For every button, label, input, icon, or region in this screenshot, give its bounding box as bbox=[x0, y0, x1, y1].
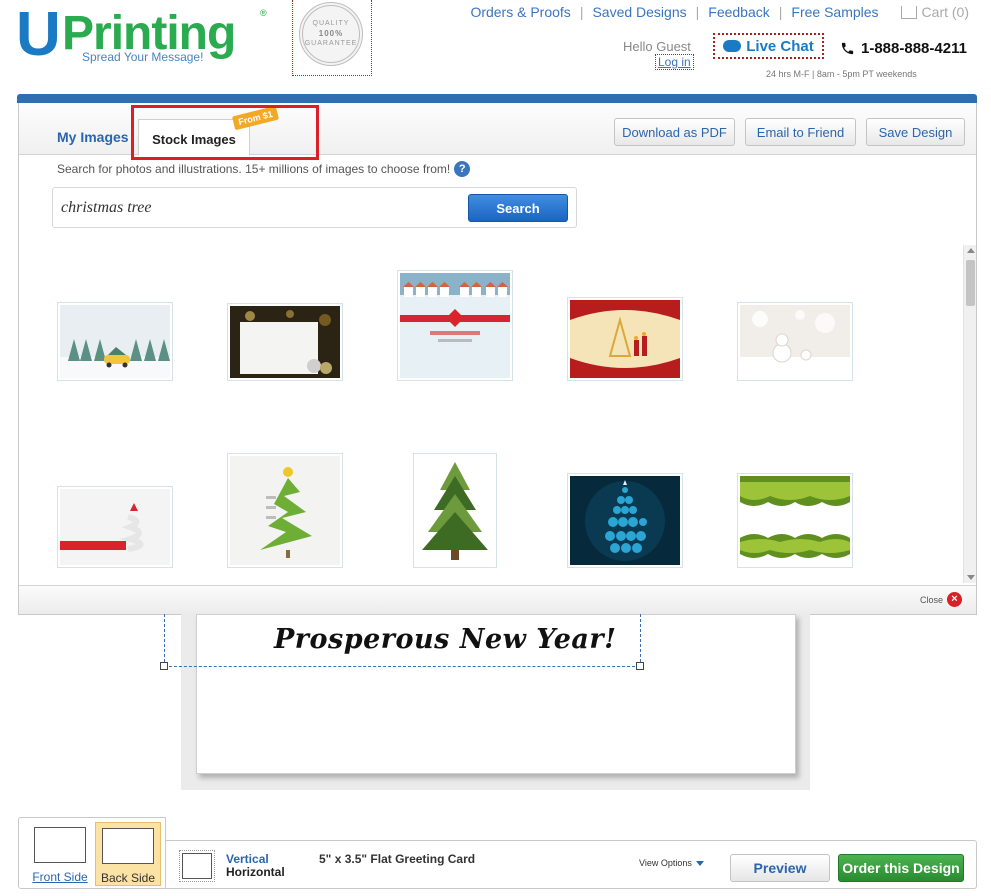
order-design-button[interactable]: Order this Design bbox=[838, 854, 964, 882]
uprinting-logo[interactable]: U Printing ® Spread Your Message! bbox=[16, 4, 276, 72]
stock-image-thumbnail[interactable] bbox=[737, 302, 853, 381]
stock-image-thumbnail[interactable] bbox=[567, 473, 683, 568]
back-side-label: Back Side bbox=[100, 871, 156, 885]
stock-image-thumbnail[interactable] bbox=[227, 303, 343, 381]
chevron-down-icon bbox=[695, 860, 704, 866]
cart-label: Cart (0) bbox=[921, 4, 969, 20]
close-icon: × bbox=[947, 592, 962, 607]
selection-edge bbox=[164, 614, 165, 667]
view-options-dropdown[interactable]: View Options bbox=[639, 858, 704, 868]
stock-image-thumbnail[interactable] bbox=[567, 297, 683, 381]
phone-number[interactable]: 1-888-888-4211 bbox=[840, 40, 967, 57]
search-hint-text: Search for photos and illustrations. 15+… bbox=[57, 162, 451, 176]
panel-footer: Close × bbox=[19, 585, 976, 614]
image-search-input[interactable] bbox=[61, 195, 461, 221]
download-pdf-button[interactable]: Download as PDF bbox=[614, 118, 735, 146]
quality-guarantee-seal: QUALITY 100% GUARANTEE bbox=[292, 0, 372, 76]
card-greeting-text[interactable]: Prosperous New Year! bbox=[274, 624, 616, 655]
product-name: 5" x 3.5" Flat Greeting Card bbox=[319, 852, 476, 866]
panel-header-bar bbox=[17, 94, 977, 103]
stock-image-thumbnail[interactable] bbox=[57, 302, 173, 381]
nav-saved-designs[interactable]: Saved Designs bbox=[592, 4, 686, 20]
front-side-preview bbox=[34, 827, 86, 863]
search-button[interactable]: Search bbox=[468, 194, 568, 222]
back-side-preview bbox=[102, 828, 154, 864]
front-side-button[interactable]: Front Side bbox=[27, 822, 93, 886]
nav-free-samples[interactable]: Free Samples bbox=[791, 4, 878, 20]
blue-ball-tree-thumbnail bbox=[570, 476, 680, 565]
snowy-village-ribbon-thumbnail bbox=[400, 273, 510, 378]
tab-my-images[interactable]: My Images bbox=[57, 129, 129, 145]
seal-bottom-text: GUARANTEE bbox=[304, 40, 358, 47]
panel-tab-bar: My Images Stock Images From $1 Download … bbox=[19, 103, 976, 160]
preview-button[interactable]: Preview bbox=[730, 854, 830, 882]
scroll-up-icon[interactable] bbox=[967, 248, 975, 253]
pine-tree-thumbnail bbox=[416, 456, 494, 565]
email-friend-button[interactable]: Email to Friend bbox=[745, 118, 856, 146]
snow-car-trees-thumbnail bbox=[60, 305, 170, 378]
paper-tree-red-ribbon-thumbnail bbox=[60, 489, 170, 565]
highlight-outline bbox=[131, 105, 319, 160]
close-button[interactable]: Close × bbox=[920, 592, 962, 607]
login-link[interactable]: Log in bbox=[655, 54, 694, 70]
search-hint: Search for photos and illustrations. 15+… bbox=[57, 161, 471, 177]
registered-mark: ® bbox=[260, 8, 267, 18]
greeting-text: Hello Guest bbox=[623, 39, 691, 54]
stock-image-thumbnail[interactable] bbox=[227, 453, 343, 568]
cart-icon bbox=[900, 5, 917, 19]
scroll-thumb[interactable] bbox=[966, 260, 975, 306]
front-side-label: Front Side bbox=[32, 870, 88, 884]
nav-feedback[interactable]: Feedback bbox=[708, 4, 769, 20]
nav-orders-proofs[interactable]: Orders & Proofs bbox=[470, 4, 570, 20]
orientation-vertical[interactable]: Vertical bbox=[226, 852, 269, 866]
snowman-bokeh-thumbnail bbox=[740, 305, 850, 378]
cart-link[interactable]: Cart (0) bbox=[900, 4, 969, 20]
selection-edge bbox=[640, 614, 641, 667]
orientation-icon bbox=[179, 850, 215, 882]
save-design-button[interactable]: Save Design bbox=[866, 118, 965, 146]
stock-image-thumbnail[interactable] bbox=[737, 473, 853, 568]
card-ornaments-thumbnail bbox=[230, 306, 340, 378]
nav-separator: | bbox=[695, 4, 700, 20]
green-paper-tree-thumbnail bbox=[230, 456, 340, 565]
close-label: Close bbox=[919, 594, 943, 605]
side-selector: Front Side Back Side bbox=[18, 817, 166, 889]
results-scrollbar[interactable] bbox=[963, 245, 976, 583]
seal-badge-icon: QUALITY 100% GUARANTEE bbox=[299, 2, 363, 66]
designer-page: U Printing ® Spread Your Message! QUALIT… bbox=[0, 0, 991, 896]
fir-branches-border-thumbnail bbox=[740, 476, 850, 565]
support-hours: 24 hrs M-F | 8am - 5pm PT weekends bbox=[766, 69, 917, 79]
top-navigation: Orders & Proofs | Saved Designs | Feedba… bbox=[470, 4, 969, 20]
stock-image-thumbnail[interactable] bbox=[57, 486, 173, 568]
image-search-box: Search bbox=[52, 187, 577, 228]
logo-letter-u: U bbox=[16, 0, 61, 69]
stock-image-thumbnail[interactable] bbox=[413, 453, 497, 568]
phone-icon bbox=[841, 42, 854, 55]
image-chooser-panel: My Images Stock Images From $1 Download … bbox=[18, 103, 977, 615]
resize-handle[interactable] bbox=[636, 662, 644, 670]
chat-bubble-icon bbox=[723, 40, 742, 52]
red-gold-tree-card-thumbnail bbox=[570, 300, 680, 378]
scroll-down-icon[interactable] bbox=[967, 575, 975, 580]
live-chat-label: Live Chat bbox=[746, 37, 814, 55]
live-chat-button[interactable]: Live Chat bbox=[713, 33, 824, 59]
nav-separator: | bbox=[579, 4, 584, 20]
seal-middle-text: 100% bbox=[318, 29, 344, 38]
nav-separator: | bbox=[778, 4, 783, 20]
orientation-horizontal[interactable]: Horizontal bbox=[226, 865, 285, 879]
phone-number-text: 1-888-888-4211 bbox=[861, 40, 967, 57]
resize-handle[interactable] bbox=[160, 662, 168, 670]
stock-image-thumbnail[interactable] bbox=[397, 270, 513, 381]
selection-edge bbox=[164, 666, 640, 667]
back-side-button[interactable]: Back Side bbox=[95, 822, 161, 886]
logo-tagline: Spread Your Message! bbox=[82, 50, 204, 64]
stock-image-results bbox=[19, 245, 964, 585]
product-info-bar: Vertical Horizontal 5" x 3.5" Flat Greet… bbox=[166, 840, 977, 889]
help-icon[interactable]: ? bbox=[454, 161, 471, 177]
seal-top-text: QUALITY bbox=[312, 20, 350, 27]
view-options-label: View Options bbox=[639, 858, 692, 868]
